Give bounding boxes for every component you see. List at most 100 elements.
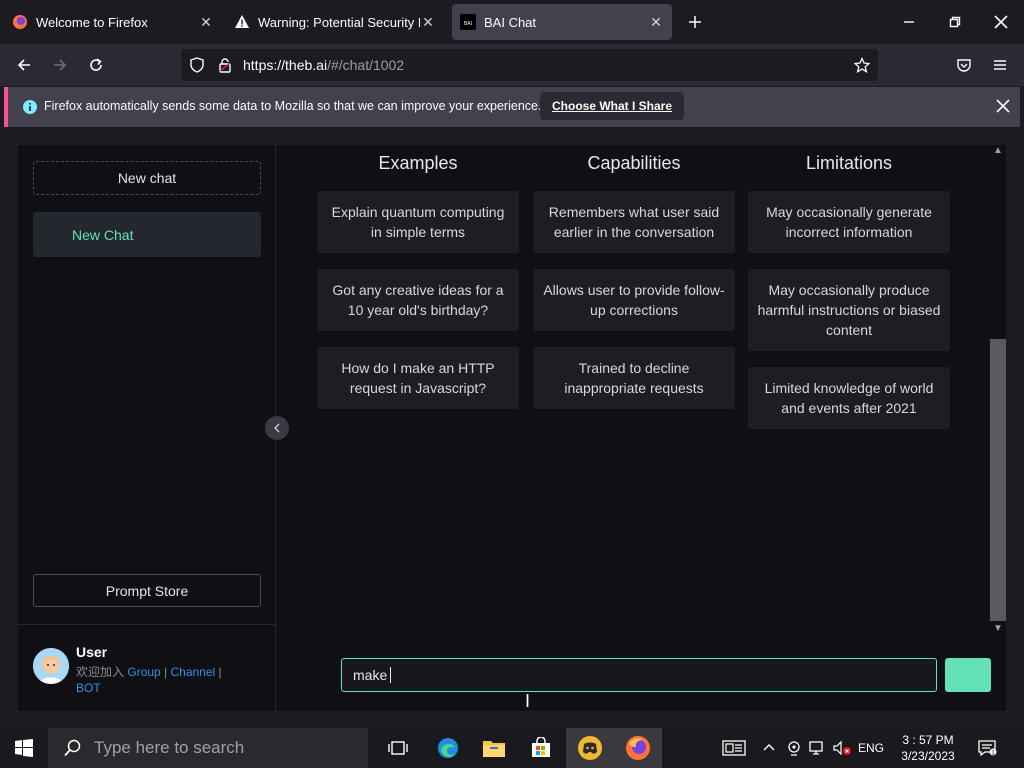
hamburger-menu-icon: [994, 60, 1006, 70]
search-icon: [64, 739, 82, 762]
back-arrow-icon: [17, 59, 30, 71]
forward-arrow-icon: [54, 59, 67, 71]
window-close-button[interactable]: [978, 0, 1024, 44]
bookmark-star-icon[interactable]: [853, 56, 871, 78]
start-button[interactable]: [0, 728, 48, 768]
example-card[interactable]: How do I make an HTTP request in Javascr…: [317, 347, 519, 409]
language-indicator[interactable]: ENG: [854, 728, 888, 768]
scroll-up-icon[interactable]: ▲: [992, 145, 1004, 157]
clock-time: 3 : 57 PM: [902, 733, 954, 747]
new-chat-button[interactable]: New chat: [33, 161, 261, 195]
limitation-card: Limited knowledge of world and events af…: [748, 367, 950, 429]
channel-link[interactable]: Channel: [171, 665, 216, 679]
tab-welcome-firefox[interactable]: Welcome to Firefox ✕: [4, 4, 222, 40]
notification-text: Firefox automatically sends some data to…: [44, 99, 542, 113]
limitations-heading: Limitations: [805, 153, 893, 173]
scroll-down-icon[interactable]: ▼: [992, 623, 1004, 635]
example-card[interactable]: Explain quantum computing in simple term…: [317, 191, 519, 253]
avatar: [33, 648, 69, 684]
reload-icon: [90, 58, 102, 71]
tab-strip: Welcome to Firefox ✕ Warning: Potential …: [0, 0, 1024, 44]
chat-app: New chat New Chat Prompt Store User 欢迎加入…: [18, 145, 1006, 711]
pocket-button[interactable]: [948, 49, 980, 81]
close-icon[interactable]: ✕: [648, 14, 664, 30]
message-input[interactable]: make: [341, 658, 937, 692]
network-icon[interactable]: [806, 728, 828, 768]
menu-button[interactable]: [984, 49, 1016, 81]
shield-icon[interactable]: [189, 57, 205, 78]
data-collection-notification: Firefox automatically sends some data to…: [4, 87, 1020, 127]
page-content: New chat New Chat Prompt Store User 欢迎加入…: [0, 128, 1024, 712]
capabilities-heading: Capabilities: [587, 153, 681, 173]
task-view-button[interactable]: [374, 728, 422, 768]
volume-muted-icon[interactable]: [830, 728, 854, 768]
file-explorer-taskbar-icon[interactable]: [470, 728, 518, 768]
capability-card: Trained to decline inappropriate request…: [533, 347, 735, 409]
welcome-text: 欢迎加入: [76, 665, 125, 679]
url-text: https://theb.ai/#/chat/1002: [243, 57, 404, 73]
edge-taskbar-icon[interactable]: [424, 728, 472, 768]
tab-security-warning[interactable]: Warning: Potential Security Risk Ahead ✕: [226, 4, 444, 40]
info-icon: [22, 99, 38, 120]
new-tab-button[interactable]: [672, 0, 718, 44]
examples-heading: Examples: [378, 153, 458, 173]
clock-date: 3/23/2023: [901, 749, 955, 763]
divider: [18, 624, 276, 625]
news-icon[interactable]: [718, 728, 750, 768]
sidebar: New chat New Chat Prompt Store User 欢迎加入…: [18, 145, 276, 711]
close-icon[interactable]: ✕: [420, 14, 436, 30]
notifications-icon[interactable]: 1: [970, 728, 1004, 768]
reload-button[interactable]: [80, 49, 112, 81]
capability-card: Allows user to provide follow-up correct…: [533, 269, 735, 331]
user-name: User: [76, 644, 108, 660]
prompt-store-button[interactable]: Prompt Store: [33, 574, 261, 607]
firefox-icon: [12, 14, 28, 30]
minimize-icon: [904, 21, 914, 23]
close-icon: [994, 15, 1008, 29]
sidebar-chat-item[interactable]: New Chat: [33, 212, 261, 257]
task-view-icon: [388, 741, 408, 755]
pocket-icon: [957, 59, 971, 72]
restore-icon: [949, 16, 961, 28]
plus-icon: [689, 16, 701, 28]
example-card[interactable]: Got any creative ideas for a 10 year old…: [317, 269, 519, 331]
minimize-button[interactable]: [886, 0, 932, 44]
chevron-up-icon[interactable]: [760, 728, 778, 768]
discord-taskbar-icon[interactable]: [566, 728, 614, 768]
limitation-card: May occasionally generate incorrect info…: [748, 191, 950, 253]
tab-title: BAI Chat: [484, 14, 537, 30]
user-links: 欢迎加入 Group | Channel | BOT: [76, 665, 222, 695]
bot-link[interactable]: BOT: [76, 681, 101, 695]
navigation-toolbar: https://theb.ai/#/chat/1002: [0, 44, 1024, 86]
main-panel: Examples Explain quantum computing in si…: [277, 145, 1006, 711]
lock-icon[interactable]: [217, 57, 233, 78]
limitation-card: May occasionally produce harmful instruc…: [748, 269, 950, 351]
message-input-value: make: [353, 667, 388, 683]
restore-button[interactable]: [932, 0, 978, 44]
tab-title: Warning: Potential Security Risk Ahead: [258, 14, 420, 30]
address-bar[interactable]: https://theb.ai/#/chat/1002: [181, 49, 878, 81]
text-caret: [390, 667, 392, 683]
close-icon[interactable]: [996, 99, 1010, 118]
url-host: https://theb.ai: [243, 57, 328, 73]
choose-what-i-share-button[interactable]: Choose What I Share: [540, 92, 685, 120]
scrollbar-thumb[interactable]: [990, 339, 1006, 621]
windows-logo-icon: [15, 739, 33, 757]
tab-bai-chat[interactable]: BAI BAI Chat ✕: [452, 4, 672, 40]
forward-button[interactable]: [44, 49, 76, 81]
close-icon[interactable]: ✕: [198, 14, 214, 30]
warning-icon: [234, 14, 250, 30]
bai-icon: BAI: [460, 14, 476, 30]
taskbar: Type here to search ENG 3 : 57 PM 3/23/2…: [0, 728, 1024, 768]
store-taskbar-icon[interactable]: [517, 728, 565, 768]
search-placeholder: Type here to search: [94, 738, 245, 757]
clock[interactable]: 3 : 57 PM 3/23/2023: [890, 732, 966, 764]
back-button[interactable]: [8, 49, 40, 81]
tab-title: Welcome to Firefox: [36, 14, 148, 30]
firefox-taskbar-icon[interactable]: [614, 728, 662, 768]
taskbar-search[interactable]: Type here to search: [48, 728, 368, 768]
group-link[interactable]: Group: [127, 665, 160, 679]
mouse-cursor-icon: I: [525, 691, 531, 711]
webcam-icon[interactable]: [784, 728, 804, 768]
send-button[interactable]: [945, 658, 991, 692]
